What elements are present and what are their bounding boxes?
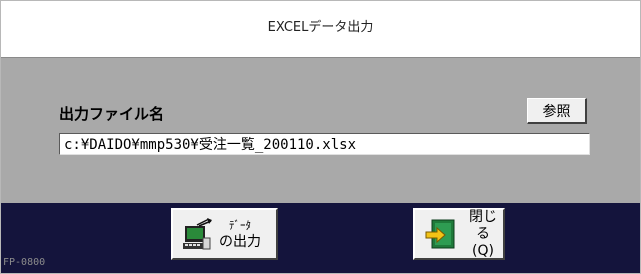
data-output-label-line2: の出力	[219, 234, 261, 250]
close-label-line1: 閉じる	[469, 208, 497, 242]
output-file-path-input[interactable]	[59, 133, 590, 155]
footer-toolbar: ﾃﾞｰﾀ の出力 閉じる (Q) FP-0800	[1, 203, 640, 273]
window-title: EXCELデータ出力	[267, 19, 374, 35]
browse-button[interactable]: 参照	[527, 98, 587, 124]
data-output-button[interactable]: ﾃﾞｰﾀ の出力	[171, 208, 278, 260]
title-bar: EXCELデータ出力	[1, 1, 640, 57]
close-label-line2: (Q)	[472, 242, 494, 259]
data-output-label: ﾃﾞｰﾀ の出力	[219, 217, 261, 251]
screen-id-label: FP-0800	[3, 257, 46, 268]
computer-export-icon	[183, 218, 212, 250]
data-output-label-line1: ﾃﾞｰﾀ	[229, 219, 251, 232]
output-file-label: 出力ファイル名	[59, 105, 165, 123]
excel-export-window: EXCELデータ出力 出力ファイル名 参照 ﾃﾞｰﾀ の出力	[0, 0, 641, 274]
exit-door-icon	[425, 219, 455, 249]
close-label: 閉じる (Q)	[463, 209, 503, 260]
form-panel: 出力ファイル名 参照	[1, 57, 640, 204]
close-button[interactable]: 閉じる (Q)	[413, 208, 505, 260]
